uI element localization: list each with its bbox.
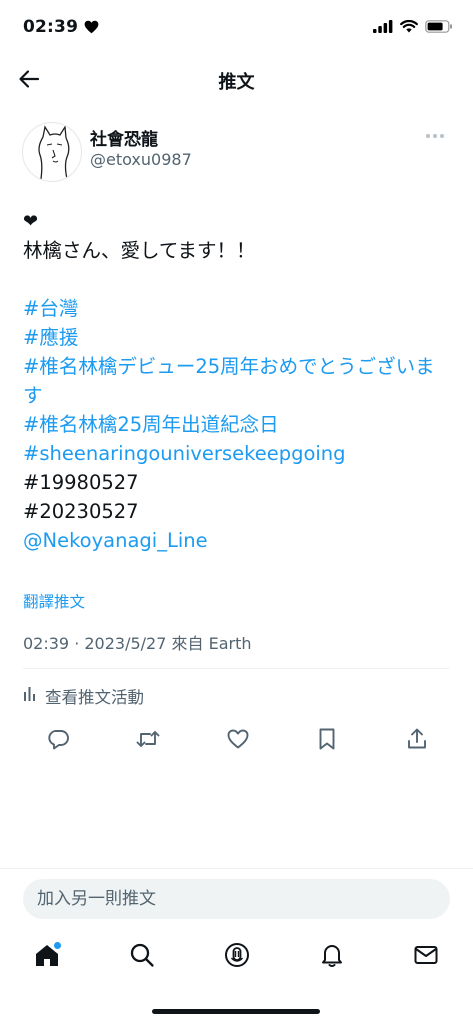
plain-tag: #19980527 bbox=[23, 471, 139, 494]
status-bar-icons bbox=[373, 18, 453, 37]
tweet-timestamp: 02:39 · 2023/5/27 來自 Earth bbox=[23, 634, 252, 653]
view-activity-label: 查看推文活動 bbox=[45, 688, 144, 707]
translate-tweet-link[interactable]: 翻譯推文 bbox=[23, 590, 85, 612]
hashtag-link[interactable]: #台灣 bbox=[23, 294, 453, 323]
more-options-button[interactable] bbox=[425, 124, 451, 144]
page-title: 推文 bbox=[218, 72, 255, 93]
divider bbox=[23, 668, 450, 669]
back-arrow-icon bbox=[17, 67, 41, 95]
wifi-icon bbox=[400, 18, 418, 37]
view-activity-button[interactable]: 查看推文活動 bbox=[23, 684, 144, 708]
author-handle[interactable]: @etoxu0987 bbox=[90, 150, 192, 169]
divider bbox=[0, 868, 473, 869]
hashtag-link[interactable]: #椎名林檎25周年出道紀念日 bbox=[23, 410, 453, 439]
tab-messages[interactable] bbox=[411, 940, 441, 974]
analytics-bar-icon bbox=[23, 686, 39, 706]
more-dots-icon bbox=[425, 124, 445, 143]
hashtag-link[interactable]: #應援 bbox=[23, 323, 453, 352]
tweet-text: ❤ 林檎さん、愛してます！！ #台灣 #應援 #椎名林檎デビュー25周年おめでと… bbox=[23, 212, 453, 555]
status-bar-time: 02:39 bbox=[23, 17, 99, 39]
share-icon bbox=[405, 727, 429, 755]
hashtag-link[interactable]: #sheenaringouniversekeepgoing bbox=[23, 439, 453, 468]
tab-search[interactable] bbox=[127, 940, 157, 974]
tweet-actions bbox=[45, 728, 430, 754]
reply-icon bbox=[46, 727, 70, 755]
heart-emoji: ❤ bbox=[23, 211, 39, 232]
retweet-icon bbox=[135, 727, 161, 755]
envelope-icon bbox=[413, 942, 439, 972]
cellular-signal-icon bbox=[373, 18, 393, 37]
tweet-text-line: 林檎さん、愛してます！！ bbox=[23, 239, 256, 262]
line-spacer bbox=[23, 265, 453, 294]
hashtag-link[interactable]: #椎名林檎デビュー25周年おめでとうございます bbox=[23, 352, 453, 410]
battery-icon bbox=[425, 18, 453, 37]
heart-outline-icon bbox=[226, 727, 250, 755]
tab-spaces[interactable] bbox=[222, 940, 252, 974]
bookmark-icon bbox=[316, 727, 338, 755]
spaces-microphone-icon bbox=[224, 942, 250, 972]
back-button[interactable] bbox=[14, 66, 44, 96]
plain-tag: #20230527 bbox=[23, 500, 139, 523]
avatar[interactable] bbox=[22, 122, 82, 182]
like-button[interactable] bbox=[225, 728, 251, 754]
tab-notifications[interactable] bbox=[317, 940, 347, 974]
notification-dot bbox=[54, 942, 61, 949]
reply-box[interactable] bbox=[23, 879, 450, 919]
share-button[interactable] bbox=[404, 728, 430, 754]
reply-button[interactable] bbox=[45, 728, 71, 754]
retweet-button[interactable] bbox=[135, 728, 161, 754]
heart-icon bbox=[84, 19, 99, 39]
home-indicator bbox=[152, 1009, 320, 1014]
author-display-name[interactable]: 社會恐龍 bbox=[90, 125, 158, 150]
tab-home[interactable] bbox=[32, 940, 62, 974]
bottom-tab-bar bbox=[0, 940, 473, 976]
bookmark-button[interactable] bbox=[314, 728, 340, 754]
status-time-text: 02:39 bbox=[23, 17, 79, 37]
search-icon bbox=[129, 942, 155, 972]
bell-icon bbox=[319, 942, 345, 972]
home-icon bbox=[34, 942, 61, 972]
reply-input[interactable] bbox=[37, 879, 427, 919]
mention-link[interactable]: @Nekoyanagi_Line bbox=[23, 526, 453, 555]
